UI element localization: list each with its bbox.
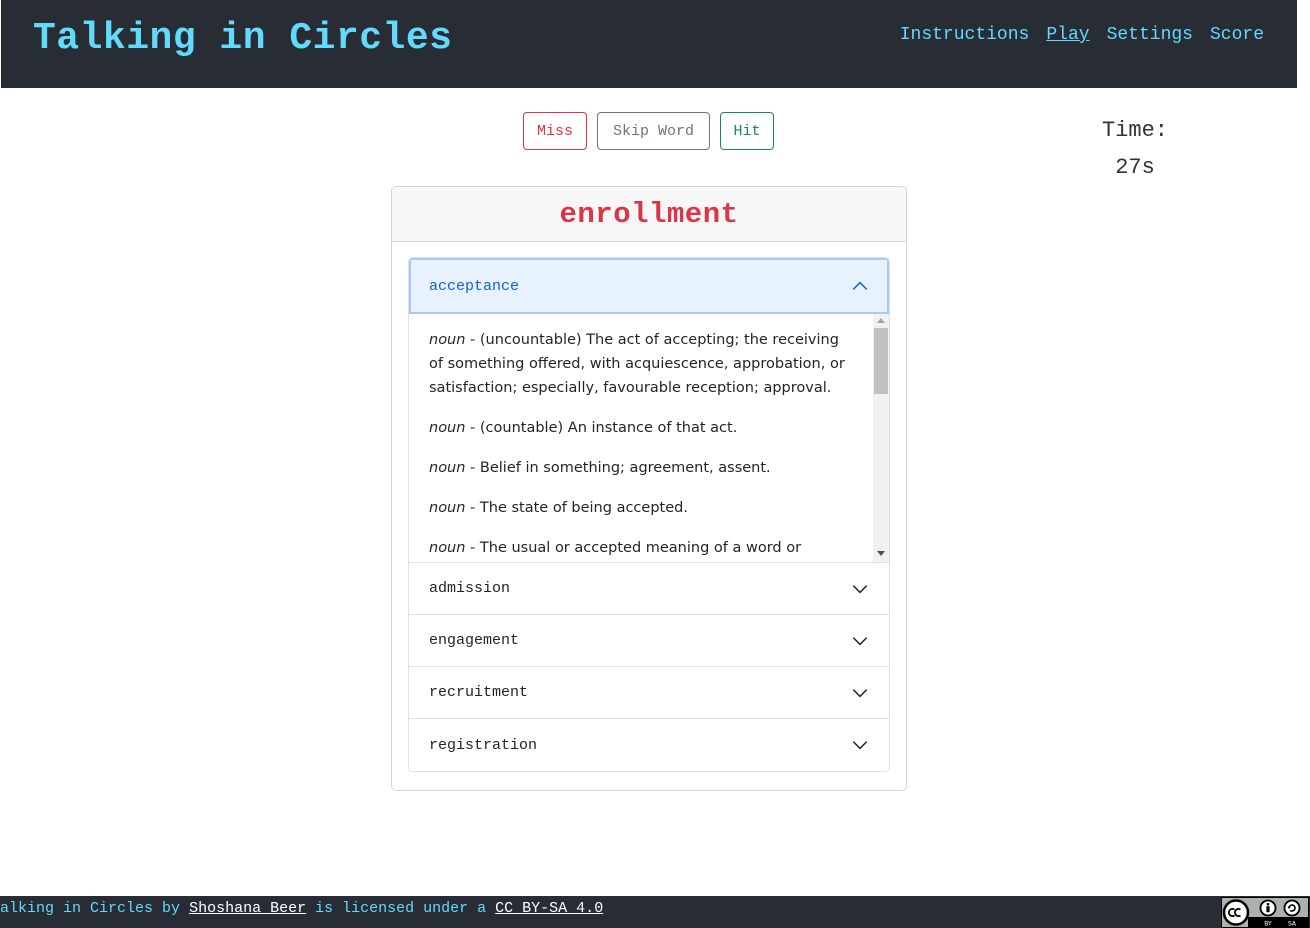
part-of-speech: noun bbox=[429, 540, 466, 556]
work-title: Talking in Circles bbox=[0, 900, 154, 917]
chevron-down-icon bbox=[852, 688, 868, 697]
license-footer: Talking in Circles by Shoshana Beer is l… bbox=[0, 896, 1310, 928]
cc-license-badge[interactable]: BY SA bbox=[1221, 897, 1309, 928]
definition-item: noun - Belief in something; agreement, a… bbox=[429, 456, 853, 480]
definition-item: noun - (countable) An instance of that a… bbox=[429, 416, 853, 440]
part-of-speech: noun bbox=[429, 420, 466, 436]
accordion-item-engagement: engagement bbox=[409, 615, 889, 667]
accordion-button-admission[interactable]: admission bbox=[409, 563, 889, 615]
definition-text: - The usual or accepted meaning of a wor… bbox=[465, 540, 802, 556]
definition-text: - Belief in something; agreement, assent… bbox=[465, 460, 771, 476]
chevron-down-icon bbox=[852, 584, 868, 593]
nav-score[interactable]: Score bbox=[1210, 24, 1264, 46]
scroll-up-arrow-icon[interactable] bbox=[877, 318, 885, 323]
badge-sa-label: SA bbox=[1288, 921, 1297, 928]
timer-value: 27s bbox=[1115, 155, 1155, 180]
synonym-accordion: acceptance noun - (uncountable) The act … bbox=[408, 257, 890, 772]
accordion-button-registration[interactable]: registration bbox=[409, 719, 889, 771]
badge-by-label: BY bbox=[1264, 921, 1272, 928]
chevron-up-icon bbox=[852, 281, 868, 290]
accordion-button-acceptance[interactable]: acceptance bbox=[409, 258, 889, 314]
definition-text: - (uncountable) The act of accepting; th… bbox=[429, 332, 845, 396]
word-card: enrollment acceptance noun - (uncountabl… bbox=[391, 186, 907, 791]
by-icon bbox=[1259, 899, 1277, 917]
accordion-body-acceptance[interactable]: noun - (uncountable) The act of acceptin… bbox=[409, 314, 889, 563]
timer-label: Time: bbox=[1101, 118, 1168, 143]
accordion-item-recruitment: recruitment bbox=[409, 667, 889, 719]
footer-licensed-text: is licensed under a bbox=[315, 900, 487, 917]
accordion-button-engagement[interactable]: engagement bbox=[409, 615, 889, 667]
author-link[interactable]: Shoshana Beer bbox=[189, 900, 306, 917]
accordion-item-label: engagement bbox=[429, 632, 520, 649]
sa-icon bbox=[1283, 899, 1301, 917]
site-title: Talking in Circles bbox=[33, 17, 453, 60]
definition-scrollbar[interactable] bbox=[873, 314, 889, 562]
accordion-item-label: recruitment bbox=[429, 684, 529, 701]
main-nav: Instructions Play Settings Score bbox=[900, 24, 1264, 46]
part-of-speech: noun bbox=[429, 332, 466, 348]
scroll-thumb[interactable] bbox=[874, 328, 888, 394]
scroll-down-arrow-icon[interactable] bbox=[877, 551, 885, 556]
license-text: Talking in Circles by Shoshana Beer is l… bbox=[0, 899, 603, 919]
definition-item: noun - The usual or accepted meaning of … bbox=[429, 536, 853, 560]
definition-list: noun - (uncountable) The act of acceptin… bbox=[409, 314, 889, 560]
accordion-item-acceptance: acceptance noun - (uncountable) The act … bbox=[409, 258, 889, 563]
target-word: enrollment bbox=[559, 197, 739, 231]
hit-button[interactable]: Hit bbox=[720, 112, 774, 150]
chevron-down-icon bbox=[852, 636, 868, 645]
nav-play[interactable]: Play bbox=[1046, 24, 1089, 46]
chevron-down-icon bbox=[852, 741, 868, 750]
skip-word-button[interactable]: Skip Word bbox=[597, 112, 710, 150]
timer: Time: 27s bbox=[1090, 112, 1180, 186]
accordion-item-label: registration bbox=[429, 736, 538, 754]
accordion-item-registration: registration bbox=[409, 719, 889, 771]
cc-icon bbox=[1222, 899, 1250, 926]
accordion-item-label: admission bbox=[429, 580, 511, 597]
definition-text: - The state of being accepted. bbox=[465, 500, 688, 516]
accordion-button-recruitment[interactable]: recruitment bbox=[409, 667, 889, 719]
nav-instructions[interactable]: Instructions bbox=[900, 24, 1030, 46]
part-of-speech: noun bbox=[429, 500, 466, 516]
miss-button[interactable]: Miss bbox=[523, 112, 587, 150]
definition-text: - (countable) An instance of that act. bbox=[465, 420, 738, 436]
footer-by: by bbox=[162, 900, 181, 917]
accordion-item-admission: admission bbox=[409, 563, 889, 615]
definition-item: noun - The state of being accepted. bbox=[429, 496, 853, 520]
definition-item: noun - (uncountable) The act of acceptin… bbox=[429, 328, 853, 400]
game-controls: Miss Skip Word Hit bbox=[523, 112, 774, 150]
accordion-item-label: acceptance bbox=[429, 277, 520, 295]
nav-settings[interactable]: Settings bbox=[1107, 24, 1193, 46]
part-of-speech: noun bbox=[429, 460, 466, 476]
card-header: enrollment bbox=[392, 187, 906, 242]
cc-badge-graphic: BY SA bbox=[1222, 898, 1308, 928]
license-link[interactable]: CC BY-SA 4.0 bbox=[495, 900, 603, 917]
app-header: Talking in Circles Instructions Play Set… bbox=[1, 0, 1297, 88]
